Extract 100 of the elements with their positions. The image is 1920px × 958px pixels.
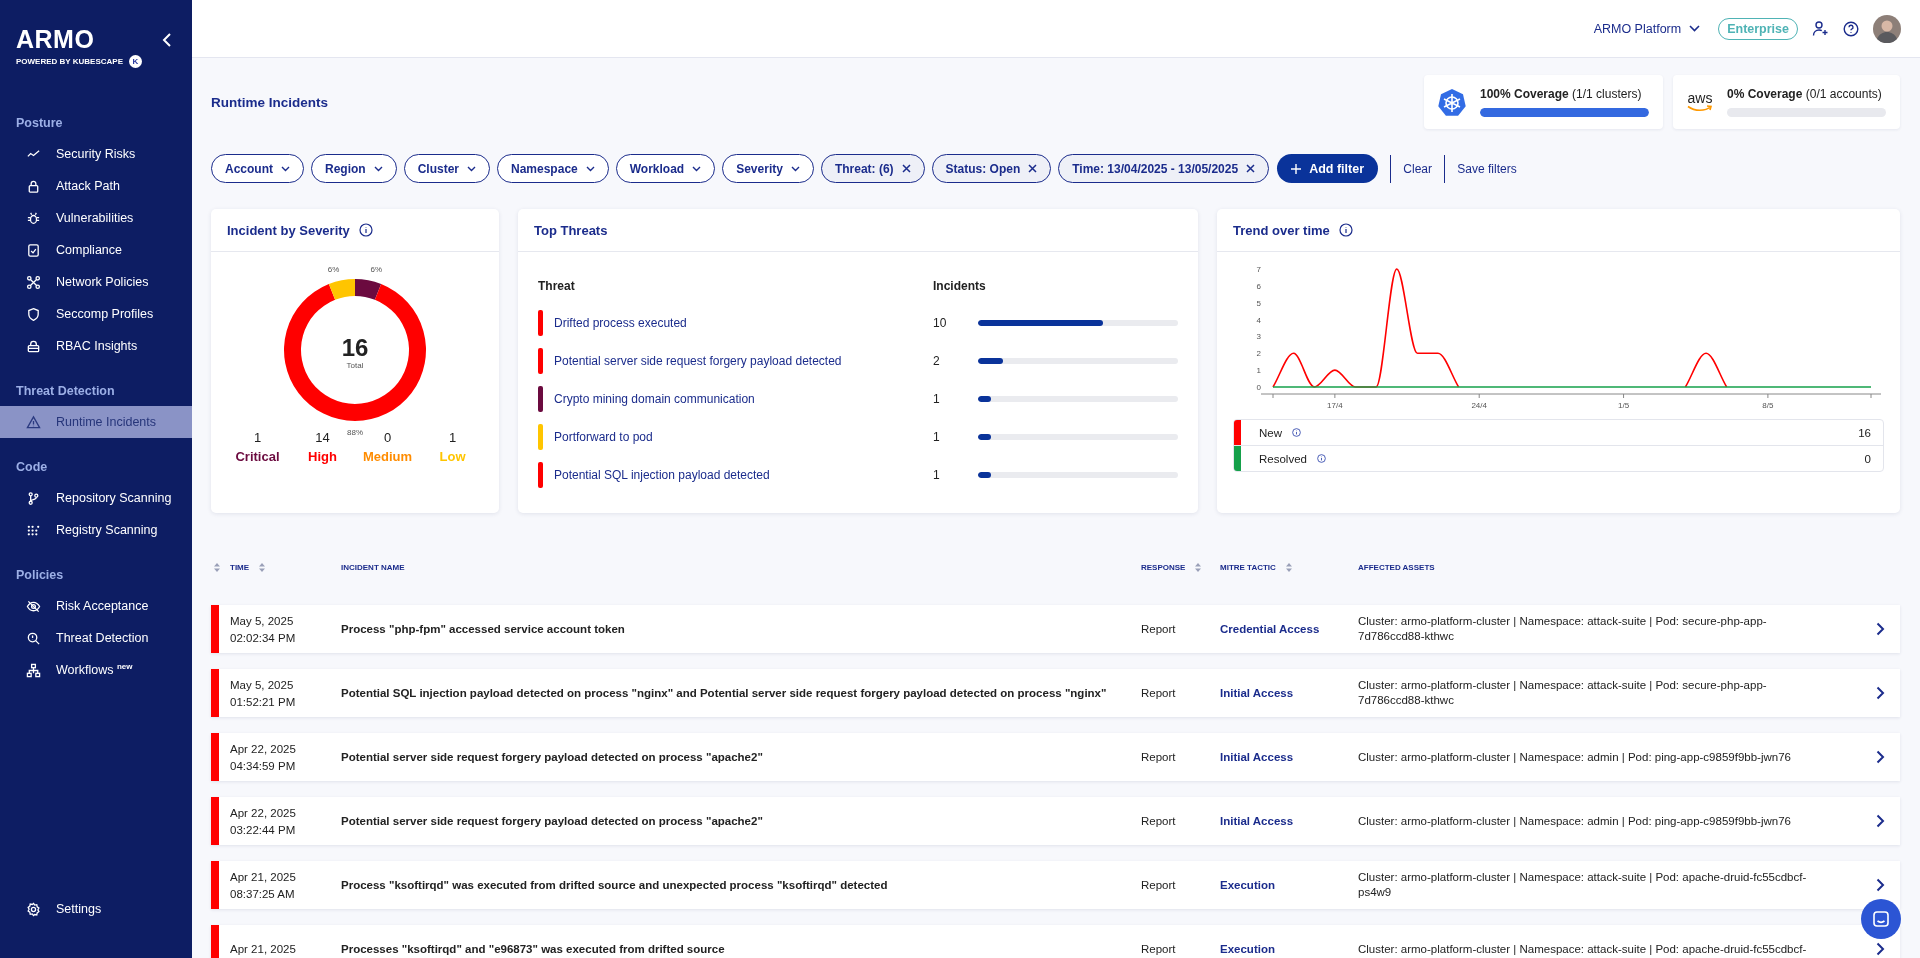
legend-count: 0: [1864, 452, 1872, 465]
nav-item[interactable]: Compliance: [0, 234, 192, 266]
incident-count: 10: [933, 316, 948, 330]
incident-row[interactable]: [211, 669, 1900, 717]
nav-item[interactable]: Risk Acceptance: [0, 590, 192, 622]
chevron-right-icon[interactable]: [1875, 622, 1885, 636]
incident-time: 02:02:34 PM: [230, 631, 297, 644]
column-header: Incidents: [933, 279, 987, 293]
threat-link[interactable]: Potential server side request forgery payload detected: [554, 354, 842, 368]
logo: ARMO: [16, 26, 96, 52]
column-header[interactable]: RESPONSE: [1141, 562, 1186, 572]
clear-link[interactable]: Clear: [1403, 161, 1432, 176]
severity-count: 1: [448, 430, 457, 445]
filter-chip[interactable]: Workload: [615, 154, 716, 183]
tagline: POWERED BY KUBESCAPE: [16, 57, 123, 66]
close-icon[interactable]: [1028, 164, 1038, 173]
legend-count: 16: [1858, 426, 1872, 439]
chevron-right-icon[interactable]: [1875, 942, 1885, 956]
tactic-link[interactable]: Initial Access: [1220, 687, 1358, 699]
chevron-down-icon[interactable]: [585, 165, 595, 172]
add-filter-button[interactable]: Add filter: [1277, 154, 1378, 183]
nav-item[interactable]: Seccomp Profiles: [0, 298, 192, 330]
column-header: Threat: [538, 279, 576, 293]
chevron-down-icon[interactable]: [373, 165, 383, 172]
document-check-icon: [26, 242, 41, 258]
filter-chip[interactable]: Status: Open: [931, 154, 1052, 183]
percent-label: 6%: [370, 265, 383, 275]
coverage-text: 100% Coverage (1/1 clusters): [1480, 87, 1643, 101]
tactic-link[interactable]: Execution: [1220, 879, 1358, 891]
collapse-icon[interactable]: [162, 32, 172, 48]
filter-chip[interactable]: Threat: (6): [820, 154, 925, 183]
nav-item[interactable]: Runtime Incidents: [0, 406, 192, 438]
nav-item[interactable]: Settings: [0, 893, 192, 925]
chevron-right-icon[interactable]: [1875, 878, 1885, 892]
plus-icon[interactable]: [1291, 163, 1302, 174]
incident-row[interactable]: Apr 21, 2025 Processes "ksoftirqd" and "e96873" was executed from drifted source Report Execution Cluster: armo-platform-cluster | Namespace: attack-suite | Pod: apache-druid-fc55cdbcf-: [211, 925, 1900, 958]
incident-time: 01:52:21 PM: [230, 695, 297, 708]
tick-label: 1/5: [1618, 401, 1630, 410]
legend-label: Resolved: [1259, 452, 1307, 465]
chevron-down-icon[interactable]: [281, 165, 290, 172]
nav-item[interactable]: Attack Path: [0, 170, 192, 202]
incident-row[interactable]: [211, 861, 1900, 909]
magnifier-icon: [26, 630, 41, 646]
add-user-icon[interactable]: [1812, 20, 1829, 37]
threat-link[interactable]: Portforward to pod: [554, 430, 653, 444]
filter-chip[interactable]: Cluster: [403, 154, 490, 183]
shield-icon: [26, 306, 41, 322]
threat-link[interactable]: Crypto mining domain communication: [554, 392, 755, 406]
chevron-down-icon[interactable]: [1689, 25, 1701, 32]
tactic-link[interactable]: Initial Access: [1220, 815, 1358, 827]
filter-chip[interactable]: Time: 13/04/2025 - 13/05/2025: [1058, 154, 1270, 183]
chat-icon[interactable]: [1872, 910, 1890, 928]
column-header[interactable]: AFFECTED ASSETS: [1358, 562, 1435, 572]
chevron-down-icon[interactable]: [790, 165, 800, 172]
close-icon[interactable]: [901, 164, 911, 173]
nav-item[interactable]: Network Policies: [0, 266, 192, 298]
tick-label: 6: [1256, 281, 1261, 291]
nav-item[interactable]: Security Risks: [0, 138, 192, 170]
incident-row[interactable]: [211, 733, 1900, 781]
incident-row[interactable]: May 5, 2025 02:02:34 PM Process "php-fpm" accessed service account token Report Credential Access Cluster: armo-platform-cluster | Namespace: attack-suite | Pod: secure-php-app-7d786ccd88-kthwc: [211, 605, 1900, 653]
info-icon[interactable]: [358, 223, 373, 237]
chevron-down-icon[interactable]: [692, 165, 702, 172]
severity-count: 1: [253, 430, 262, 445]
percent-label: 6%: [327, 265, 340, 275]
chevron-right-icon[interactable]: [1875, 750, 1885, 764]
info-icon[interactable]: [1338, 223, 1353, 237]
tactic-link[interactable]: Credential Access: [1220, 623, 1358, 635]
nav-item[interactable]: Threat Detection: [0, 622, 192, 654]
column-header[interactable]: MITRE TACTIC: [1220, 562, 1276, 572]
tactic-link[interactable]: Execution: [1220, 943, 1358, 955]
platform-dropdown[interactable]: ARMO Platform: [1593, 21, 1701, 36]
incident-date: Apr 22, 2025: [230, 806, 297, 819]
nav-item[interactable]: Registry Scanning: [0, 514, 192, 546]
help-icon[interactable]: [1843, 20, 1859, 37]
nav-item[interactable]: RBAC Insights: [0, 330, 192, 362]
column-header[interactable]: TIME: [230, 562, 250, 572]
avatar[interactable]: [1873, 14, 1901, 43]
threat-link[interactable]: Drifted process executed: [554, 316, 687, 330]
lock-icon: [26, 338, 41, 354]
nav-item[interactable]: Repository Scanning: [0, 482, 192, 514]
chevron-right-icon[interactable]: [1875, 814, 1885, 828]
filter-chip[interactable]: Severity: [722, 154, 814, 183]
chevron-down-icon[interactable]: [467, 165, 476, 172]
filter-chip[interactable]: Region: [311, 154, 397, 183]
chevron-right-icon[interactable]: [1875, 686, 1885, 700]
filter-chip[interactable]: Namespace: [497, 154, 609, 183]
incident-row[interactable]: [211, 797, 1900, 845]
smile-arrow-icon: [1687, 105, 1713, 112]
nav-item[interactable]: Vulnerabilities: [0, 202, 192, 234]
incident-name: Process "php-fpm" accessed service account token: [341, 623, 626, 635]
threat-link[interactable]: Potential SQL injection payload detected: [554, 468, 770, 482]
column-header[interactable]: INCIDENT NAME: [341, 562, 405, 572]
tick-label: 1: [1256, 366, 1261, 376]
legend-label: New: [1259, 426, 1282, 439]
filter-chip[interactable]: Account: [211, 154, 304, 183]
nav-item[interactable]: Workflows $^{new}$: [0, 654, 192, 686]
aws-logo: aws: [1687, 92, 1713, 105]
save-filters-link[interactable]: Save filters: [1457, 161, 1517, 176]
tactic-link[interactable]: Initial Access: [1220, 751, 1358, 763]
close-icon[interactable]: [1246, 164, 1256, 173]
